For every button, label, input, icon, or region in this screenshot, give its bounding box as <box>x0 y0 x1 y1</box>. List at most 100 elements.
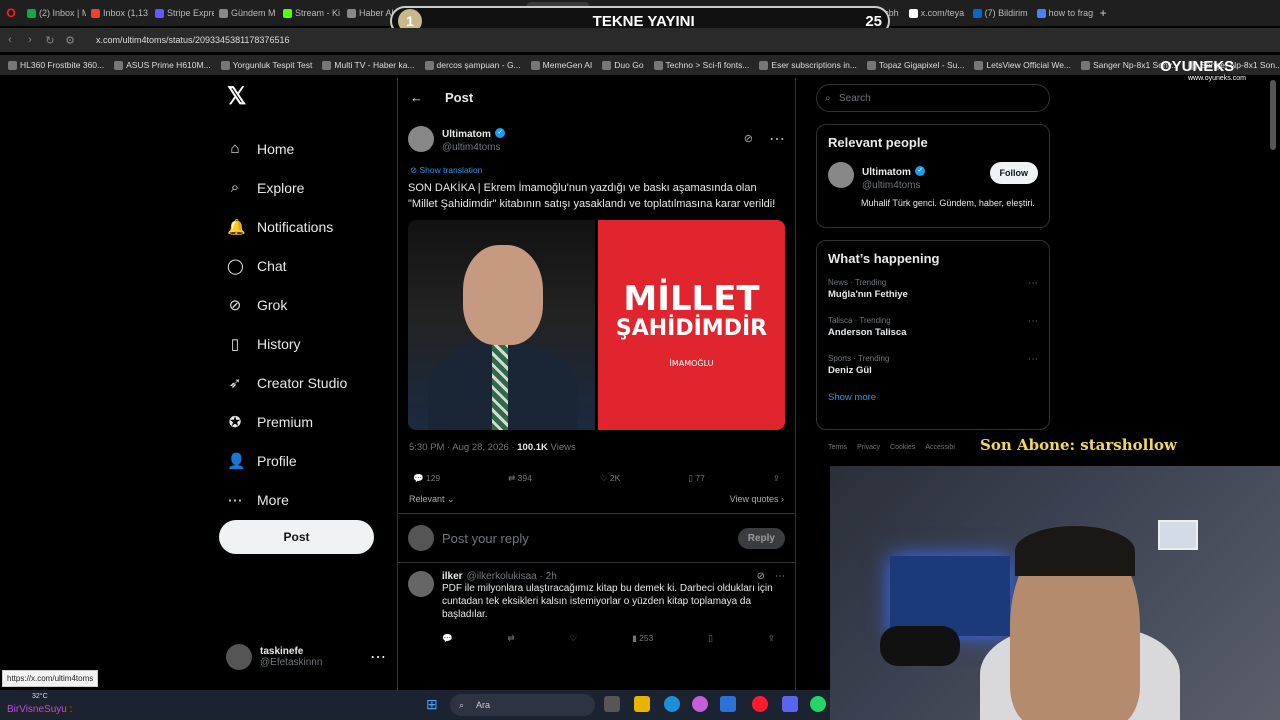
browser-tab[interactable]: (7) Bildirim <box>968 2 1032 24</box>
footer-link[interactable]: Cookies <box>890 444 915 451</box>
trend-item[interactable]: News · Trending Muğla'nın Fethiye ⋯ <box>828 278 1038 300</box>
tweet-author-name[interactable]: Ultimatom <box>442 129 491 140</box>
bookmark-item[interactable]: Topaz Gigapixel - Su... <box>866 60 964 70</box>
bookmark-item[interactable]: Multi TV - Haber ka... <box>322 60 415 70</box>
new-tab-icon[interactable]: + <box>1100 6 1107 20</box>
show-translation-link[interactable]: ⊘ Show translation <box>410 165 785 176</box>
reply-input[interactable]: Post your reply <box>442 531 730 546</box>
back-arrow-icon[interactable]: ← <box>410 90 423 105</box>
trend-item[interactable]: Talisca · Trending Anderson Talisca ⋯ <box>828 316 1038 338</box>
avatar[interactable] <box>828 162 854 188</box>
post-button[interactable]: Post <box>219 520 374 554</box>
share-icon[interactable]: ⇪ <box>768 633 775 644</box>
trend-item[interactable]: Sports · Trending Deniz Gül ⋯ <box>828 354 1038 376</box>
weather-widget[interactable]: 32°C <box>32 693 48 700</box>
taskview-icon[interactable] <box>604 696 620 712</box>
account-switcher[interactable]: taskinefe @Efetaskinnn ⋯ <box>226 644 386 670</box>
browser-tab[interactable]: Inbox (1,13 <box>86 2 150 24</box>
sidebar-item-explore[interactable]: ⌕ Explore <box>219 168 389 207</box>
tweet-author-handle[interactable]: @ultim4toms <box>442 142 736 153</box>
show-more-link[interactable]: Show more <box>828 392 1038 403</box>
bookmark-item[interactable]: HL360 Frostbite 360... <box>8 60 104 70</box>
grok-icon[interactable]: ⊘ <box>744 132 753 145</box>
sidebar-item-notifications[interactable]: 🔔 Notifications <box>219 207 389 246</box>
more-icon[interactable]: ⋯ <box>1028 316 1038 327</box>
sidebar-item-grok[interactable]: ⊘ Grok <box>219 285 389 324</box>
site-info-icon[interactable]: ⚙ <box>60 34 80 47</box>
grok-icon[interactable]: ⊘ <box>757 571 765 582</box>
forward-icon[interactable]: › <box>20 34 40 46</box>
taskbar-search[interactable]: ⌕ Ara <box>450 694 595 716</box>
comment-author-name[interactable]: ilker <box>442 571 463 582</box>
sidebar-item-creator-studio[interactable]: ➶ Creator Studio <box>219 363 389 402</box>
search-input[interactable]: ⌕ Search <box>816 84 1050 112</box>
edge-icon[interactable] <box>664 696 680 712</box>
person-handle[interactable]: @ultim4toms <box>862 180 982 191</box>
views-action[interactable]: ▮ 253 <box>632 633 653 644</box>
share-icon[interactable]: ⇪ <box>773 473 780 484</box>
reply-icon[interactable]: 💬 <box>442 633 453 644</box>
repost-icon[interactable]: ⇄ <box>508 633 515 644</box>
comment-author-handle[interactable]: @ilkerkolukisaa · 2h <box>467 571 753 582</box>
browser-tab[interactable]: Stream - Ki <box>278 2 342 24</box>
more-icon[interactable]: ⋯ <box>775 571 785 582</box>
footer-link[interactable]: Accessibi <box>925 444 955 451</box>
sidebar-item-more[interactable]: ⋯ More <box>219 480 389 519</box>
browser-tab[interactable]: x.com/teya <box>904 2 968 24</box>
opera-icon[interactable] <box>752 696 768 712</box>
heart-icon[interactable]: ♡ <box>570 633 578 644</box>
more-icon[interactable]: ⋯ <box>1028 278 1038 289</box>
view-quotes-link[interactable]: View quotes › <box>730 494 784 505</box>
reply-action[interactable]: 💬 129 <box>413 473 440 484</box>
sidebar-item-home[interactable]: ⌂ Home <box>219 129 389 168</box>
bookmark-item[interactable]: Eser subscriptions in... <box>759 60 857 70</box>
back-icon[interactable]: ‹ <box>0 34 20 46</box>
more-icon[interactable]: ⋯ <box>1028 354 1038 365</box>
reply-button[interactable]: Reply <box>737 527 785 549</box>
sidebar-item-profile[interactable]: 👤 Profile <box>219 441 389 480</box>
browser-tab[interactable]: how to frag <box>1032 2 1096 24</box>
bookmark-favicon-icon <box>424 60 434 70</box>
browser-tab[interactable]: Gündem M <box>214 2 278 24</box>
browser-tab[interactable]: Stripe Expre <box>150 2 214 24</box>
x-logo-icon[interactable]: 𝕏 <box>227 82 389 111</box>
reload-icon[interactable]: ↻ <box>40 34 60 47</box>
tweet-photo-book-cover[interactable]: MİLLET ŞAHİDİMDİR İMAMOĞLU <box>598 220 785 430</box>
trend-name: Deniz Gül <box>828 365 872 376</box>
more-icon[interactable]: ⋯ <box>370 647 386 667</box>
footer-link[interactable]: Terms <box>828 444 847 451</box>
bookmark-item[interactable]: Duo Go <box>602 60 644 70</box>
bookmark-icon[interactable]: ▯ <box>708 633 713 644</box>
bookmark-item[interactable]: Techno > Sci-fi fonts... <box>653 60 749 70</box>
repost-action[interactable]: ⇄ 394 <box>508 473 532 484</box>
whatsapp-icon[interactable] <box>810 696 826 712</box>
tweet-photo-portrait[interactable] <box>408 220 595 430</box>
bookmark-item[interactable]: MemeGen AI <box>530 60 592 70</box>
like-action[interactable]: ♡ 2K <box>600 473 620 484</box>
bookmark-action[interactable]: ▯ 77 <box>688 473 705 484</box>
opera-logo-icon[interactable]: O <box>0 6 22 20</box>
avatar[interactable] <box>408 571 434 597</box>
bookmark-item[interactable]: ASUS Prime H610M... <box>114 60 211 70</box>
more-icon[interactable]: ⋯ <box>769 129 785 149</box>
avatar[interactable] <box>408 125 434 152</box>
windows-start-icon[interactable]: ⊞ <box>426 696 438 713</box>
sidebar-item-chat[interactable]: ◯ Chat <box>219 246 389 285</box>
file-explorer-icon[interactable] <box>634 696 650 712</box>
footer-link[interactable]: Privacy <box>857 444 880 451</box>
sort-dropdown[interactable]: Relevant ⌄ <box>409 494 455 505</box>
follow-button[interactable]: Follow <box>989 162 1038 184</box>
copilot-icon[interactable] <box>692 696 708 712</box>
store-icon[interactable] <box>720 696 736 712</box>
sidebar-item-history[interactable]: ▯ History <box>219 324 389 363</box>
bookmark-item[interactable]: dercos şampuan - G... <box>424 60 521 70</box>
person-name[interactable]: Ultimatom <box>862 167 911 178</box>
bookmark-item[interactable]: Yorgunluk Tespit Test <box>220 60 312 70</box>
discord-icon[interactable] <box>782 696 798 712</box>
url-field[interactable]: x.com/ultim4toms/status/2093345381178376… <box>96 35 289 45</box>
browser-tab[interactable]: (2) Inbox | M <box>22 2 86 24</box>
tweet-timestamp[interactable]: 5:30 PM · Aug 28, 2026 · <box>409 442 517 453</box>
sidebar-item-premium[interactable]: ✪ Premium <box>219 402 389 441</box>
bookmark-item[interactable]: LetsView Official We... <box>974 60 1071 70</box>
scrollbar[interactable] <box>1270 80 1276 150</box>
